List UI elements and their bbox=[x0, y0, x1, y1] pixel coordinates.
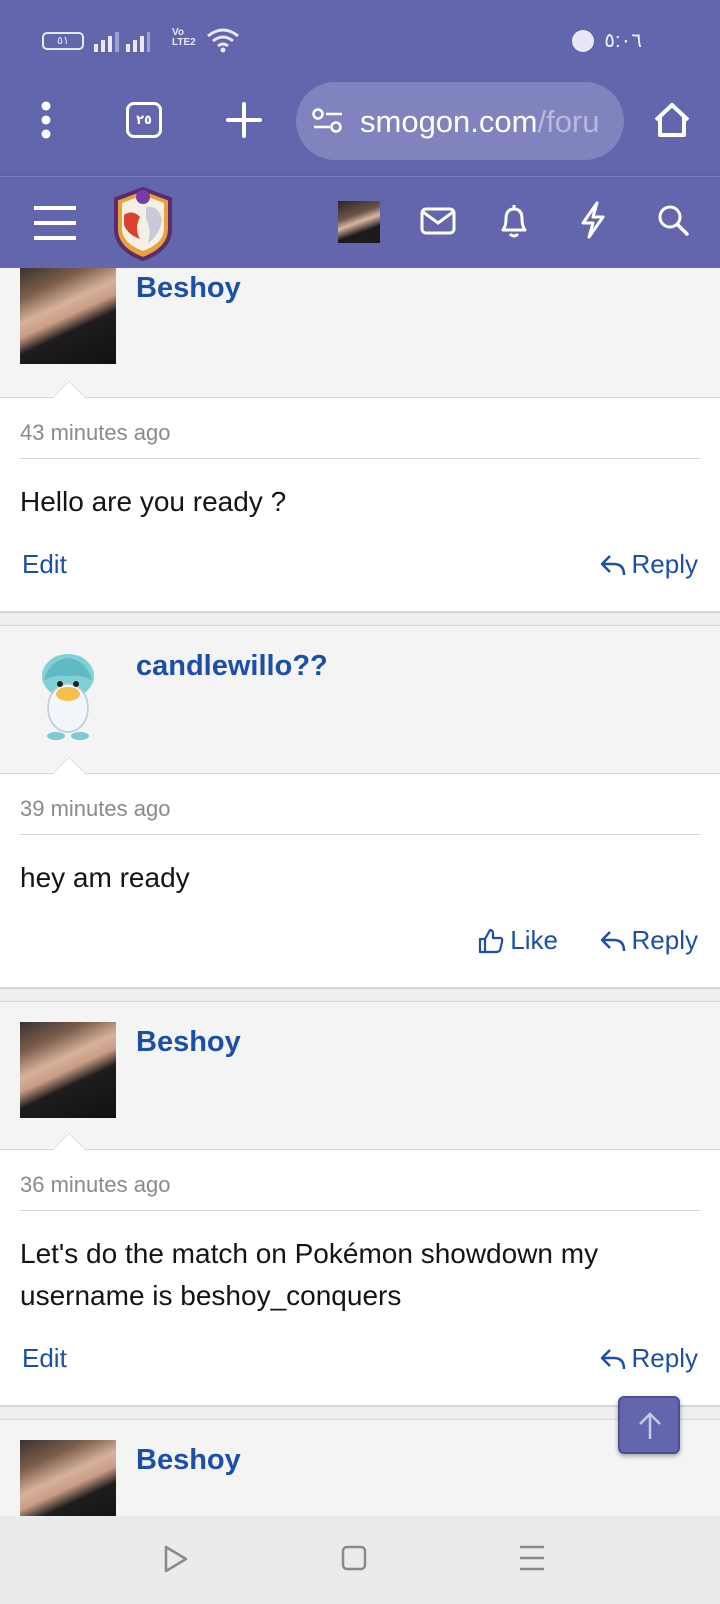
message-feed: Beshoy 43 minutes ago Hello are you read… bbox=[0, 268, 720, 1516]
post-body: 36 minutes ago Let's do the match on Pok… bbox=[0, 1150, 720, 1405]
url-domain: smogon.com bbox=[360, 104, 538, 139]
post-header: Beshoy bbox=[0, 1002, 720, 1150]
edit-button[interactable]: Edit bbox=[22, 1343, 67, 1374]
url-text: smogon.com/foru bbox=[360, 104, 612, 140]
post-separator bbox=[0, 988, 720, 1002]
home-icon[interactable] bbox=[652, 100, 692, 140]
new-tab-icon[interactable] bbox=[226, 102, 262, 138]
reply-label: Reply bbox=[631, 549, 698, 579]
edit-label: Edit bbox=[22, 549, 67, 579]
reply-button[interactable]: Reply bbox=[600, 549, 698, 580]
post-timestamp[interactable]: 36 minutes ago bbox=[20, 1150, 700, 1211]
post-body: 43 minutes ago Hello are you ready ? Edi… bbox=[0, 398, 720, 611]
message-post: candlewillo?? 39 minutes ago hey am read… bbox=[0, 626, 720, 988]
username-link[interactable]: Beshoy bbox=[136, 1026, 241, 1059]
username-link[interactable]: Beshoy bbox=[136, 272, 241, 305]
reply-icon bbox=[600, 1348, 625, 1369]
whats-new-icon[interactable] bbox=[578, 201, 608, 239]
forum-navbar bbox=[0, 176, 720, 268]
like-button[interactable]: Like bbox=[478, 925, 558, 956]
menu-icon[interactable] bbox=[34, 205, 76, 241]
battery-indicator: ٥١ bbox=[42, 32, 84, 50]
reply-icon bbox=[600, 930, 625, 951]
home-nav-icon[interactable] bbox=[340, 1544, 368, 1572]
volte-label: Vo LTE2 bbox=[172, 27, 196, 48]
post-content: Hello are you ready ? bbox=[20, 486, 287, 517]
reply-icon bbox=[600, 554, 625, 575]
search-icon[interactable] bbox=[656, 203, 690, 237]
arrow-up-icon bbox=[639, 1412, 661, 1439]
system-nav-bar bbox=[0, 1516, 720, 1604]
post-timestamp[interactable]: 43 minutes ago bbox=[20, 398, 700, 459]
post-content: Let's do the match on Pokémon showdown m… bbox=[20, 1238, 599, 1311]
header-pointer bbox=[52, 1133, 86, 1150]
post-actions: Edit Reply bbox=[20, 1317, 700, 1405]
like-label: Like bbox=[510, 925, 558, 955]
post-separator bbox=[0, 1406, 720, 1420]
message-post: Beshoy 36 minutes ago Let's do the match… bbox=[0, 1002, 720, 1406]
status-bar: ٥١ Vo LTE2 ٥:٠٦ bbox=[0, 0, 720, 80]
site-logo[interactable] bbox=[110, 185, 176, 261]
browser-toolbar: ٢٥ smogon.com/foru bbox=[0, 80, 720, 176]
edit-label: Edit bbox=[22, 1343, 67, 1373]
back-icon[interactable] bbox=[162, 1544, 190, 1574]
post-actions: Like Reply bbox=[20, 899, 700, 987]
inbox-icon[interactable] bbox=[420, 207, 456, 235]
signal-icon bbox=[94, 32, 150, 52]
message-post: Beshoy 43 minutes ago Hello are you read… bbox=[0, 268, 720, 612]
username-link[interactable]: candlewillo?? bbox=[136, 650, 328, 683]
url-path: /foru bbox=[537, 104, 600, 139]
avatar[interactable] bbox=[20, 268, 116, 364]
tab-switcher-button[interactable]: ٢٥ bbox=[126, 102, 162, 138]
avatar[interactable] bbox=[20, 646, 116, 742]
post-separator bbox=[0, 612, 720, 626]
username-link[interactable]: Beshoy bbox=[136, 1444, 241, 1477]
thumbs-up-icon bbox=[479, 928, 504, 953]
clock: ٥:٠٦ bbox=[604, 30, 642, 52]
site-settings-icon[interactable] bbox=[312, 108, 344, 134]
address-bar[interactable]: smogon.com/foru bbox=[296, 82, 624, 160]
header-pointer bbox=[52, 757, 86, 774]
avatar[interactable] bbox=[20, 1440, 116, 1516]
post-header: candlewillo?? bbox=[0, 626, 720, 774]
scroll-to-top-button[interactable] bbox=[618, 1396, 680, 1454]
recents-icon[interactable] bbox=[518, 1544, 546, 1572]
post-header: Beshoy bbox=[0, 268, 720, 398]
message-post: Beshoy bbox=[0, 1420, 720, 1516]
post-timestamp[interactable]: 39 minutes ago bbox=[20, 774, 700, 835]
user-avatar[interactable] bbox=[338, 201, 380, 243]
post-actions: Edit Reply bbox=[20, 523, 700, 611]
top-bar: ٥١ Vo LTE2 ٥:٠٦ ٢٥ smogon.com/foru bbox=[0, 0, 720, 268]
reply-button[interactable]: Reply bbox=[600, 1343, 698, 1374]
messenger-icon bbox=[572, 30, 594, 52]
header-pointer bbox=[52, 381, 86, 398]
reply-label: Reply bbox=[631, 925, 698, 955]
edit-button[interactable]: Edit bbox=[22, 549, 67, 580]
post-body: 39 minutes ago hey am ready Like Reply bbox=[0, 774, 720, 987]
more-options-icon[interactable] bbox=[40, 100, 52, 140]
reply-label: Reply bbox=[631, 1343, 698, 1373]
alerts-icon[interactable] bbox=[498, 203, 530, 239]
avatar[interactable] bbox=[20, 1022, 116, 1118]
post-header: Beshoy bbox=[0, 1420, 720, 1516]
wifi-icon bbox=[207, 28, 239, 53]
reply-button[interactable]: Reply bbox=[600, 925, 698, 956]
post-content: hey am ready bbox=[20, 862, 190, 893]
